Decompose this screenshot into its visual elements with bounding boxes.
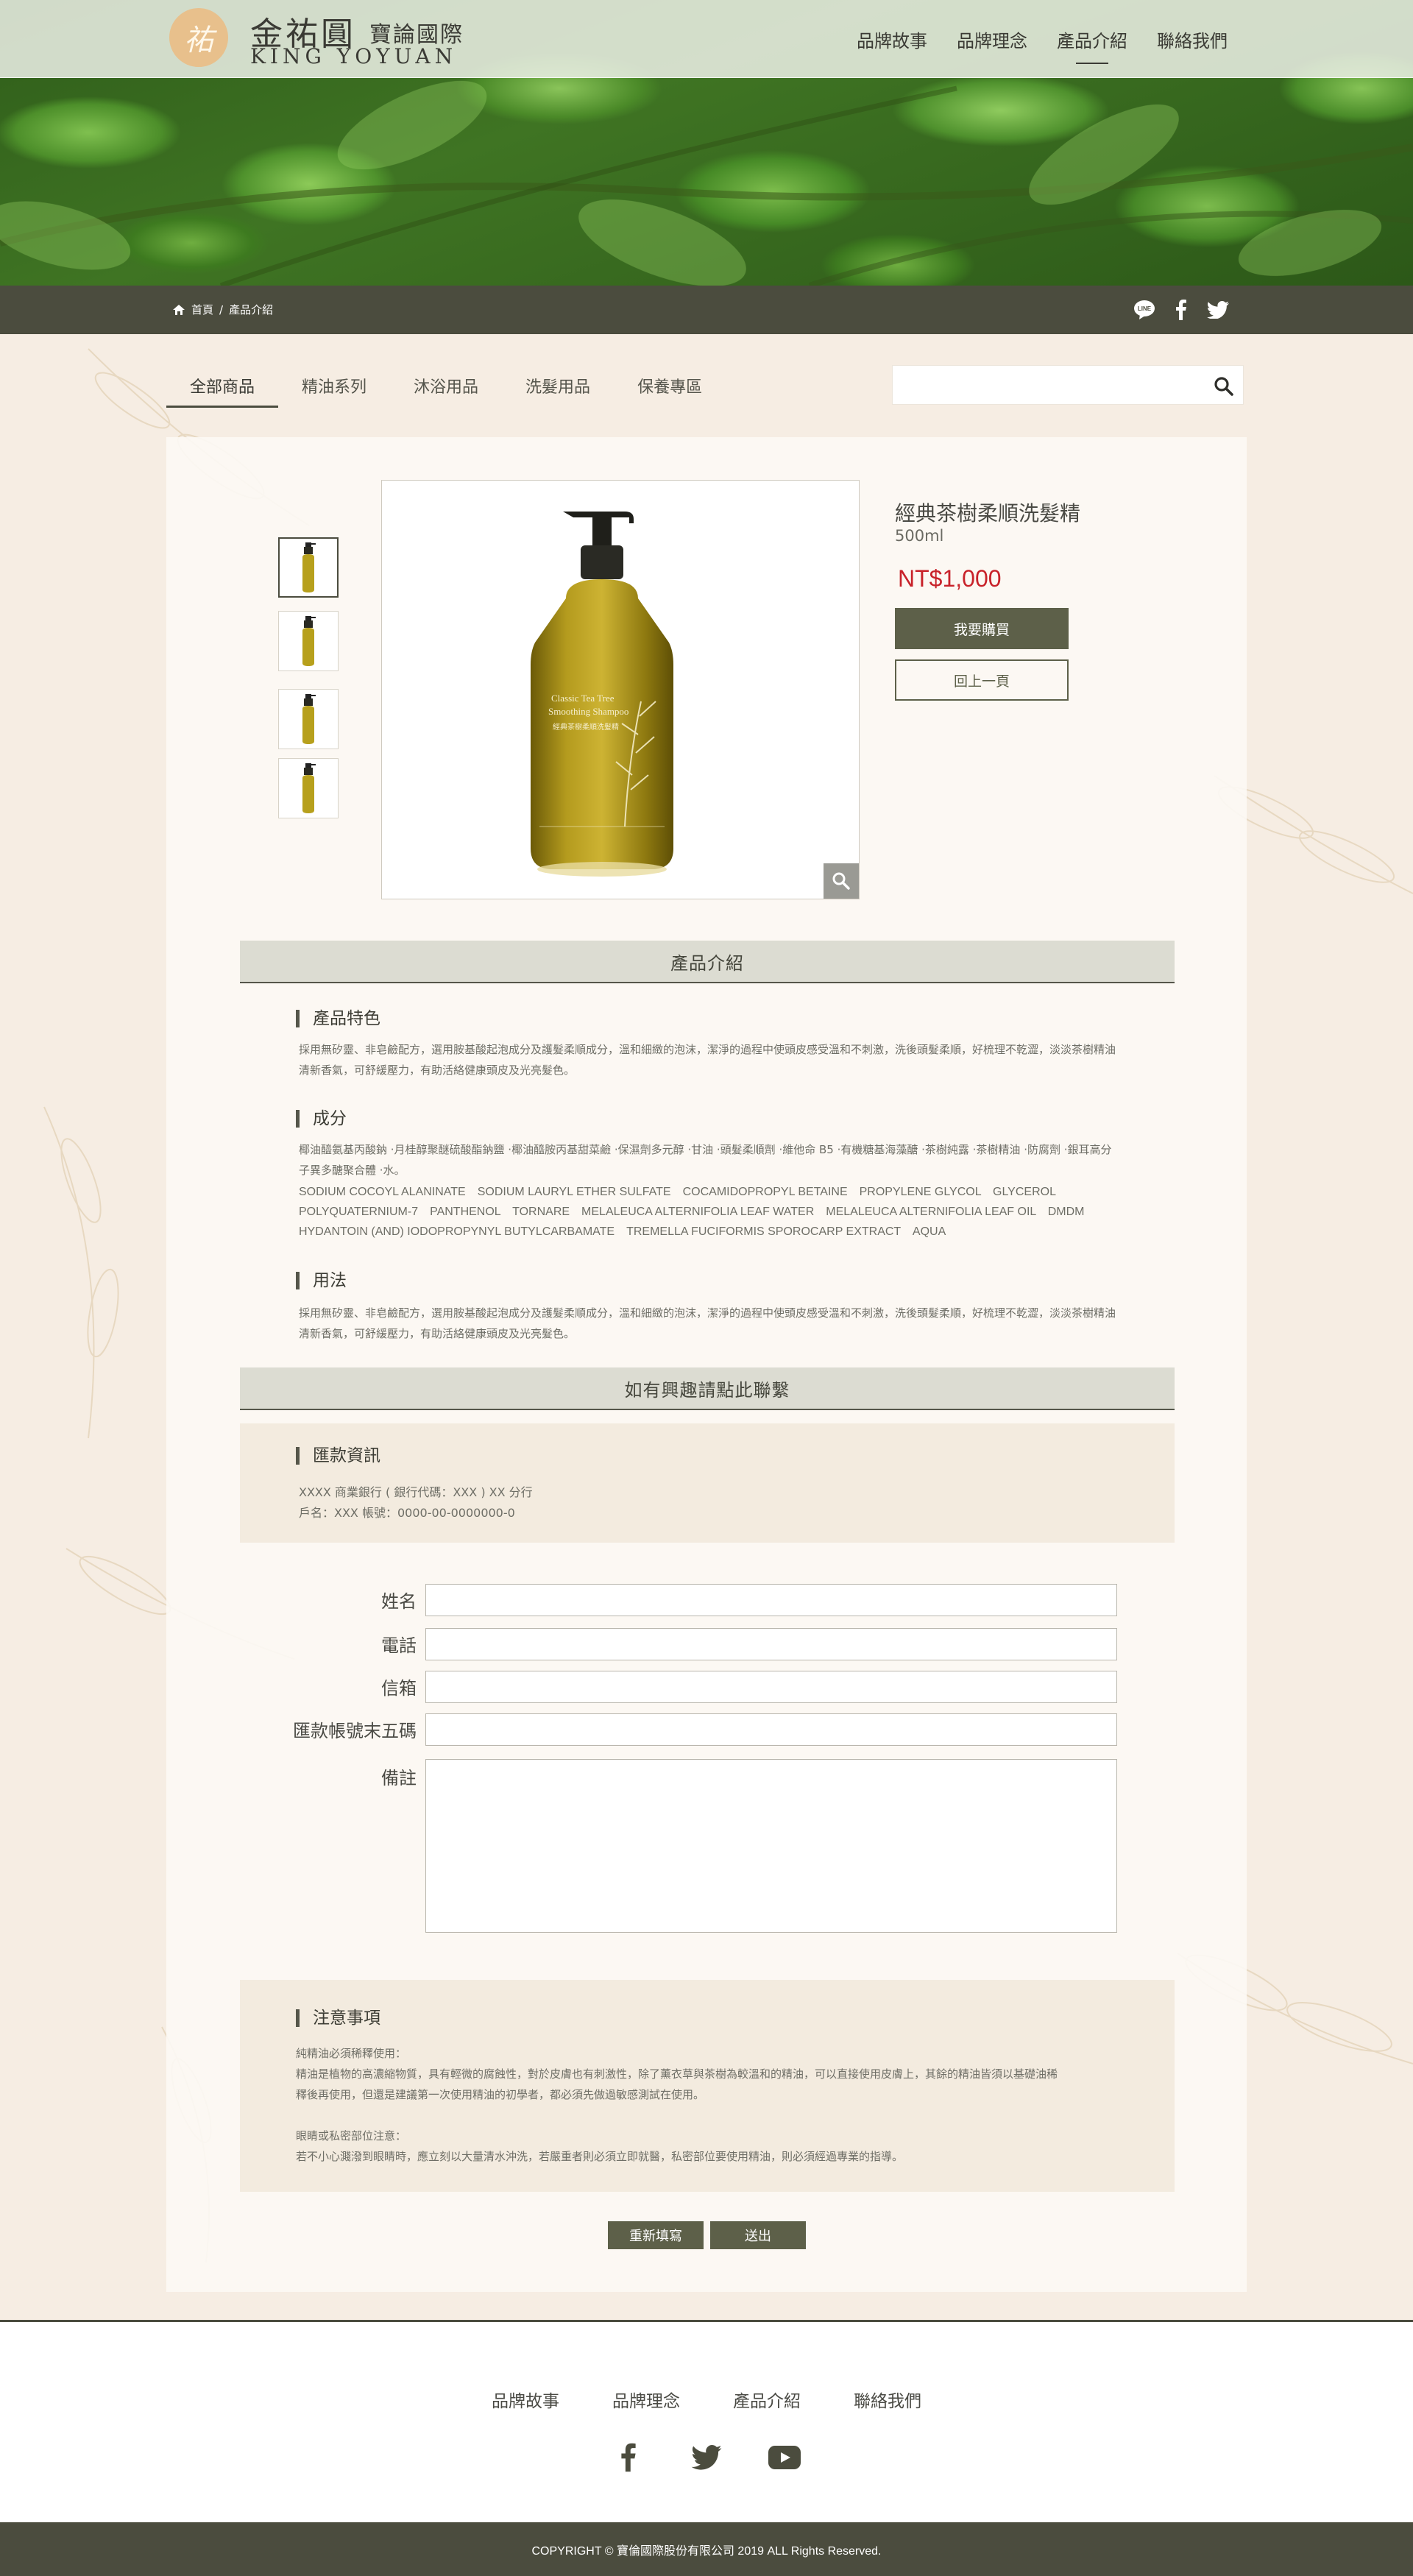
notice-line: 精油是植物的高濃縮物質，具有輕微的腐蝕性，對於皮膚也有刺激性，除了薰衣草與茶樹為…	[296, 2067, 1058, 2081]
ingredients-heading: 成分	[296, 1110, 347, 1128]
svg-text:LINE: LINE	[1138, 305, 1152, 312]
submit-button[interactable]: 送出	[710, 2221, 806, 2249]
ingredients-cn-text: 椰油醯氨基丙酸鈉 ·月桂醇聚醚硫酸酯鈉鹽 ·椰油醯胺丙基甜菜鹼 ·保濕劑多元醇 …	[299, 1143, 1112, 1177]
facebook-icon[interactable]	[1170, 299, 1192, 321]
search-input[interactable]	[893, 366, 1187, 404]
note-label: 備註	[381, 1768, 417, 1788]
brand-name-en[interactable]: KING YOYUAN	[250, 44, 457, 68]
email-label: 信箱	[381, 1678, 417, 1699]
copyright-bar: COPYRIGHT © 寶倫國際股份有限公司 2019 ALL Rights R…	[0, 2522, 1413, 2576]
product-main-image[interactable]: Classic Tea Tree Smoothing Shampoo 經典茶樹柔…	[381, 480, 860, 899]
breadcrumb-bar: 首頁 / 產品介紹 LINE	[0, 286, 1413, 334]
name-label: 姓名	[381, 1591, 417, 1612]
ingredients-en-text: SODIUM COCOYL ALANINATE SODIUM LAURYL ET…	[299, 1186, 1085, 1238]
nav-contact[interactable]: 聯絡我們	[1157, 26, 1228, 58]
nav-brand-philosophy[interactable]: 品牌理念	[957, 26, 1027, 58]
tab-hair-care[interactable]: 洗髮用品	[502, 371, 614, 408]
shampoo-bottle-image: Classic Tea Tree Smoothing Shampoo 經典茶樹柔…	[531, 512, 673, 877]
notice-line: 釋後再使用，但還是建議第一次使用精油的初學者，都必須先做過敏感測試在使用。	[296, 2088, 705, 2101]
notice-heading: 注意事項	[296, 2009, 380, 2027]
note-textarea[interactable]	[425, 1759, 1117, 1933]
search-icon[interactable]	[1214, 376, 1234, 397]
product-volume: 500ml	[895, 527, 944, 545]
buy-button[interactable]: 我要購買	[895, 608, 1069, 649]
account-digits-field[interactable]	[425, 1713, 1117, 1746]
nav-products[interactable]: 產品介紹	[1057, 26, 1127, 64]
footer-nav-brand-story[interactable]: 品牌故事	[492, 2387, 559, 2412]
footer-nav: 品牌故事 品牌理念 產品介紹 聯絡我們	[0, 2387, 1413, 2412]
notice-line: 若不小心濺潑到眼睛時，應立刻以大量清水沖洗，若嚴重者則必須立即就醫，私密部位要使…	[296, 2150, 904, 2163]
product-thumbnail[interactable]	[278, 537, 339, 598]
home-icon[interactable]	[172, 304, 185, 316]
svg-text:經典茶樹柔順洗髮精: 經典茶樹柔順洗髮精	[553, 722, 619, 732]
usage-text: 採用無矽靈、非皂鹼配方，選用胺基酸起泡成分及護髮柔順成分，溫和細緻的泡沫，潔淨的…	[299, 1306, 1116, 1340]
footer-nav-contact[interactable]: 聯絡我們	[854, 2387, 921, 2412]
bank-info-line: 戶名：XXX 帳號：0000-00-0000000-0	[299, 1506, 515, 1520]
phone-label: 電話	[381, 1635, 417, 1656]
notice-line: 純精油必須稀釋使用：	[296, 2047, 407, 2060]
notice-line: 眼睛或私密部位注意：	[296, 2129, 407, 2142]
main-nav: 品牌故事 品牌理念 產品介紹 聯絡我們	[857, 26, 1228, 64]
product-intro-header: 產品介紹	[240, 941, 1175, 983]
name-field[interactable]	[425, 1584, 1117, 1616]
tab-bath[interactable]: 沐浴用品	[390, 371, 502, 408]
social-links-top: LINE	[1133, 299, 1229, 321]
email-field[interactable]	[425, 1671, 1117, 1703]
reset-button[interactable]: 重新填寫	[608, 2221, 704, 2249]
breadcrumb: 首頁 / 產品介紹	[172, 302, 273, 317]
nav-brand-story[interactable]: 品牌故事	[857, 26, 927, 58]
footer-social-links	[0, 2441, 1413, 2474]
svg-text:Classic Tea Tree: Classic Tea Tree	[551, 693, 615, 704]
footer-nav-brand-philosophy[interactable]: 品牌理念	[612, 2387, 680, 2412]
tab-all-products[interactable]: 全部商品	[166, 371, 279, 408]
breadcrumb-current: 產品介紹	[229, 303, 274, 316]
bank-info-heading: 匯款資訊	[296, 1447, 380, 1465]
back-button[interactable]: 回上一頁	[895, 659, 1069, 701]
breadcrumb-home[interactable]: 首頁	[191, 302, 213, 317]
line-icon[interactable]: LINE	[1133, 299, 1155, 321]
phone-field[interactable]	[425, 1628, 1117, 1660]
contact-header[interactable]: 如有興趣請點此聯繫	[240, 1367, 1175, 1410]
magnifier-icon	[832, 872, 850, 890]
breadcrumb-separator: /	[219, 302, 224, 316]
footer-nav-products[interactable]: 產品介紹	[733, 2387, 801, 2412]
search-box	[892, 365, 1244, 405]
features-text: 採用無矽靈、非皂鹼配方，選用胺基酸起泡成分及護髮柔順成分，溫和細緻的泡沫，潔淨的…	[299, 1043, 1116, 1077]
svg-text:Smoothing Shampoo: Smoothing Shampoo	[548, 706, 628, 717]
product-price: NT$1,000	[898, 565, 1002, 592]
product-thumbnail[interactable]	[278, 758, 339, 818]
zoom-button[interactable]	[824, 863, 859, 899]
usage-heading: 用法	[296, 1272, 347, 1289]
twitter-icon[interactable]	[1207, 299, 1229, 321]
category-tabs: 全部商品 精油系列 沐浴用品 洗髮用品 保養專區	[166, 371, 726, 408]
brand-logo-icon[interactable]: 祐	[169, 8, 228, 67]
product-name: 經典茶樹柔順洗髮精	[895, 501, 1081, 526]
features-heading: 產品特色	[296, 1010, 380, 1027]
facebook-icon[interactable]	[612, 2441, 645, 2474]
product-thumbnail[interactable]	[278, 611, 339, 671]
hero-banner: 祐 金祐圓 寶論國際 KING YOYUAN 品牌故事 品牌理念 產品介紹 聯絡…	[0, 0, 1413, 286]
bank-info-line: XXXX 商業銀行 ( 銀行代碼：XXX ) XX 分行	[299, 1485, 533, 1499]
tab-skin-care[interactable]: 保養專區	[614, 371, 726, 408]
account-digits-label: 匯款帳號末五碼	[293, 1721, 417, 1741]
footer: 品牌故事 品牌理念 產品介紹 聯絡我們	[0, 2322, 1413, 2522]
product-thumbnail[interactable]	[278, 689, 339, 749]
top-navbar: 祐 金祐圓 寶論國際 KING YOYUAN 品牌故事 品牌理念 產品介紹 聯絡…	[0, 0, 1413, 78]
twitter-icon[interactable]	[690, 2441, 723, 2474]
youtube-icon[interactable]	[768, 2441, 801, 2474]
tab-essential-oils[interactable]: 精油系列	[278, 371, 390, 408]
